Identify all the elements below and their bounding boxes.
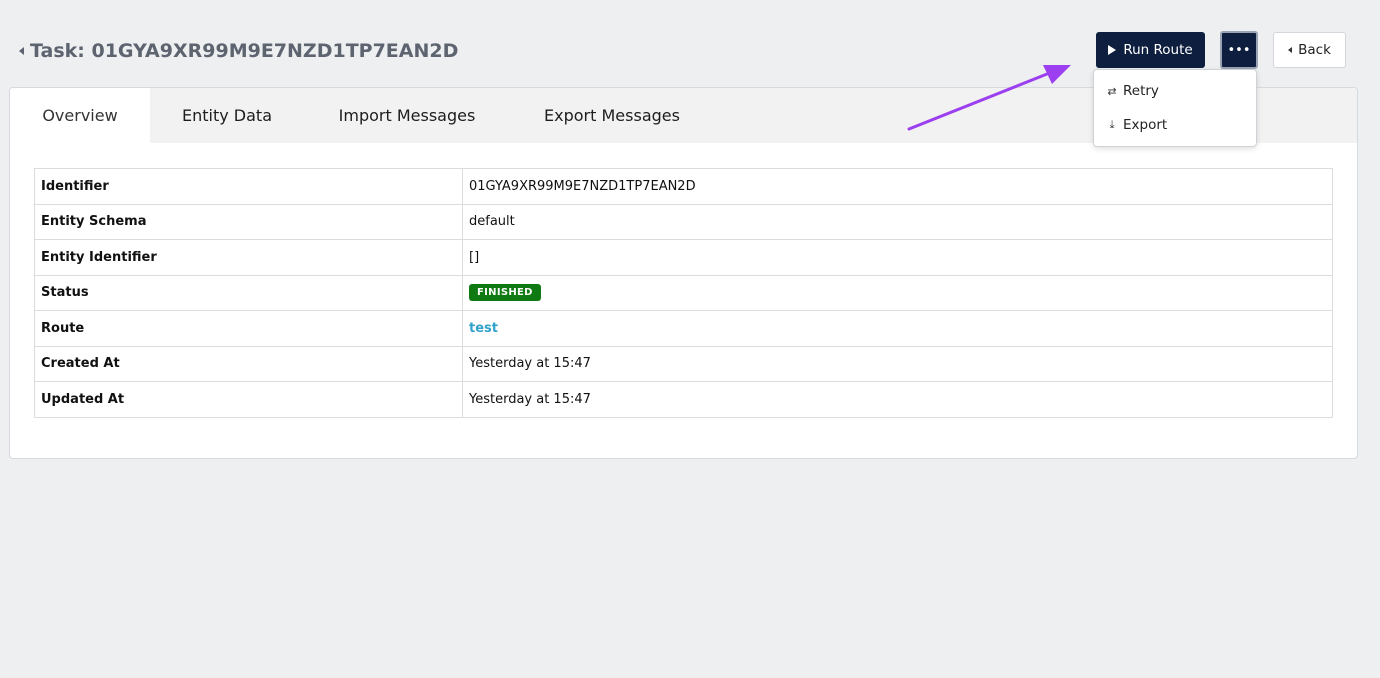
tab-export-messages[interactable]: Export Messages bbox=[510, 88, 714, 143]
run-route-button[interactable]: Run Route bbox=[1096, 32, 1205, 68]
caret-left-icon bbox=[19, 47, 24, 55]
row-label: Route bbox=[34, 310, 463, 347]
row-value: 01GYA9XR99M9E7NZD1TP7EAN2D bbox=[462, 168, 1333, 205]
details-table: Identifier 01GYA9XR99M9E7NZD1TP7EAN2D En… bbox=[34, 168, 1333, 418]
table-row: Updated At Yesterday at 15:47 bbox=[34, 381, 1333, 418]
table-row: Entity Schema default bbox=[34, 203, 1333, 240]
task-title[interactable]: Task: 01GYA9XR99M9E7NZD1TP7EAN2D bbox=[19, 38, 458, 64]
tab-label: Import Messages bbox=[338, 106, 476, 125]
row-label: Identifier bbox=[34, 168, 463, 205]
row-label: Entity Identifier bbox=[34, 239, 463, 276]
tab-entity-data[interactable]: Entity Data bbox=[150, 88, 304, 143]
row-value: default bbox=[462, 203, 1333, 240]
menu-item-export[interactable]: ⤓ Export bbox=[1107, 114, 1168, 136]
play-icon bbox=[1108, 45, 1117, 55]
table-row: Status FINISHED bbox=[34, 274, 1333, 311]
caret-left-icon bbox=[1288, 47, 1293, 53]
row-label: Created At bbox=[34, 345, 463, 382]
annotation-arrow-head bbox=[1043, 65, 1071, 84]
run-route-label: Run Route bbox=[1123, 42, 1193, 58]
status-badge: FINISHED bbox=[469, 284, 541, 302]
back-button[interactable]: Back bbox=[1273, 32, 1346, 68]
menu-item-retry[interactable]: ⇄ Retry bbox=[1107, 80, 1159, 102]
download-icon: ⤓ bbox=[1109, 118, 1115, 131]
table-row: Created At Yesterday at 15:47 bbox=[34, 345, 1333, 382]
menu-item-label: Export bbox=[1123, 117, 1168, 133]
tab-label: Export Messages bbox=[544, 106, 680, 125]
row-value: Yesterday at 15:47 bbox=[462, 381, 1333, 418]
tab-label: Overview bbox=[42, 106, 118, 125]
row-value: test bbox=[462, 310, 1333, 347]
table-row: Entity Identifier [] bbox=[34, 239, 1333, 276]
more-actions-menu: ⇄ Retry ⤓ Export bbox=[1093, 69, 1257, 147]
row-value: Yesterday at 15:47 bbox=[462, 345, 1333, 382]
ellipsis-icon: ••• bbox=[1227, 42, 1251, 58]
row-label: Updated At bbox=[34, 381, 463, 418]
tab-import-messages[interactable]: Import Messages bbox=[304, 88, 510, 143]
row-value: [] bbox=[462, 239, 1333, 276]
menu-item-label: Retry bbox=[1123, 83, 1159, 99]
row-value: FINISHED bbox=[462, 274, 1333, 311]
row-label: Entity Schema bbox=[34, 203, 463, 240]
task-title-text: Task: 01GYA9XR99M9E7NZD1TP7EAN2D bbox=[30, 40, 459, 62]
back-label: Back bbox=[1298, 42, 1331, 58]
route-link[interactable]: test bbox=[469, 321, 498, 336]
row-label: Status bbox=[34, 274, 463, 311]
retry-icon: ⇄ bbox=[1107, 84, 1117, 98]
table-row: Identifier 01GYA9XR99M9E7NZD1TP7EAN2D bbox=[34, 168, 1333, 205]
more-actions-button[interactable]: ••• bbox=[1220, 31, 1258, 69]
table-row: Route test bbox=[34, 310, 1333, 347]
tab-label: Entity Data bbox=[182, 106, 272, 125]
tab-overview[interactable]: Overview bbox=[10, 88, 150, 143]
